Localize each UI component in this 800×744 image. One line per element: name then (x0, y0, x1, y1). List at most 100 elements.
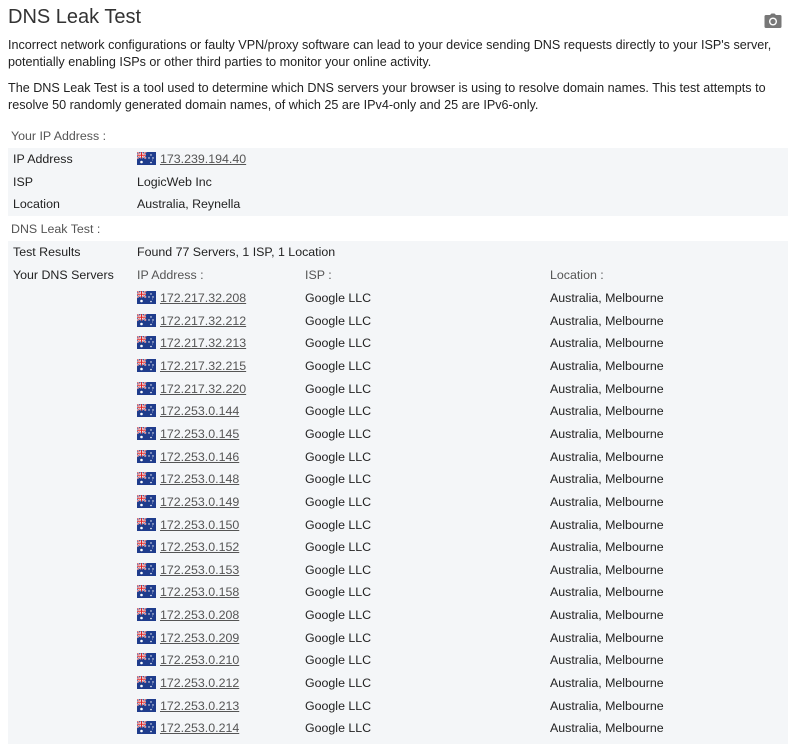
dns-server-location: Australia, Melbourne (550, 608, 664, 623)
table-row: 172.217.32.208 Google LLC Australia, Melbo… (8, 287, 788, 309)
dns-server-location: Australia, Melbourne (550, 358, 664, 373)
australia-flag-icon (137, 152, 156, 165)
australia-flag-icon (137, 427, 156, 440)
dns-server-ip-link[interactable]: 172.253.0.153 (160, 559, 239, 581)
dns-server-ip-link[interactable]: 172.253.0.148 (160, 468, 239, 490)
table-row: 172.253.0.212 Google LLC Australia, Melbou… (8, 672, 788, 694)
dns-server-isp: Google LLC (305, 608, 372, 623)
dns-server-ip-link[interactable]: 172.253.0.209 (160, 627, 239, 649)
camera-icon[interactable] (764, 13, 782, 29)
dns-test-heading: DNS Leak Test : (8, 220, 788, 239)
dns-server-ip-link[interactable]: 172.253.0.208 (160, 604, 239, 626)
dns-server-ip-link[interactable]: 172.253.0.150 (160, 514, 239, 536)
australia-flag-icon (137, 359, 156, 372)
australia-flag-icon (137, 631, 156, 644)
australia-flag-icon (137, 563, 156, 576)
table-row: 172.253.0.148 Google LLC Australia, Melbou… (8, 468, 788, 490)
australia-flag-icon (137, 450, 156, 463)
dns-server-ip-link[interactable]: 172.253.0.149 (160, 491, 239, 513)
dns-server-isp: Google LLC (305, 653, 372, 668)
table-row: 172.253.0.152 Google LLC Australia, Melbou… (8, 536, 788, 558)
table-row: 172.253.0.153 Google LLC Australia, Melbou… (8, 559, 788, 581)
table-row: 172.217.32.213 Google LLC Australia, Melbo… (8, 332, 788, 354)
dns-servers-header-row: Your DNS Servers IP Address : ISP : Loca… (8, 264, 788, 286)
location-row: Location Australia, Reynella (8, 193, 788, 215)
dns-server-ip-link[interactable]: 172.253.0.145 (160, 423, 239, 445)
table-row: 172.253.0.144 Google LLC Australia, Melbou… (8, 400, 788, 422)
dns-server-isp: Google LLC (305, 472, 372, 487)
dns-server-isp: Google LLC (305, 336, 372, 351)
dns-servers-label: Your DNS Servers (13, 268, 114, 282)
dns-server-isp: Google LLC (305, 494, 372, 509)
dns-server-location: Australia, Melbourne (550, 517, 664, 532)
dns-server-location: Australia, Melbourne (550, 404, 664, 419)
table-row: 172.253.0.158 Google LLC Australia, Melbou… (8, 581, 788, 603)
dns-server-isp: Google LLC (305, 358, 372, 373)
australia-flag-icon (137, 585, 156, 598)
table-row: 172.217.32.215 Google LLC Australia, Melbo… (8, 355, 788, 377)
table-row: 172.253.0.146 Google LLC Australia, Melbou… (8, 446, 788, 468)
page-title: DNS Leak Test (8, 6, 142, 28)
dns-server-isp: Google LLC (305, 721, 372, 736)
dns-server-isp: Google LLC (305, 676, 372, 691)
dns-server-location: Australia, Melbourne (550, 336, 664, 351)
dns-server-ip-link[interactable]: 172.217.32.220 (160, 378, 246, 400)
dns-server-ip-link[interactable]: 172.253.0.210 (160, 649, 239, 671)
dns-server-ip-link[interactable]: 172.253.0.158 (160, 581, 239, 603)
isp-row: ISP LogicWeb Inc (8, 171, 788, 193)
ip-address-row: IP Address 173.239.194.40 (8, 148, 788, 170)
col-ip-header: IP Address : (137, 268, 204, 282)
dns-server-location: Australia, Melbourne (550, 585, 664, 600)
table-row: 172.253.0.208 Google LLC Australia, Melbou… (8, 604, 788, 626)
ip-address-label: IP Address (13, 152, 73, 166)
test-results-label: Test Results (13, 245, 81, 259)
dns-server-isp: Google LLC (305, 540, 372, 555)
col-isp-header: ISP : (305, 268, 332, 282)
isp-label: ISP (13, 175, 33, 189)
intro-paragraph-2: The DNS Leak Test is a tool used to dete… (8, 81, 766, 112)
dns-server-location: Australia, Melbourne (550, 291, 664, 305)
dns-server-location: Australia, Melbourne (550, 676, 664, 691)
dns-server-location: Australia, Melbourne (550, 449, 664, 464)
dns-server-ip-link[interactable]: 172.253.0.146 (160, 446, 239, 468)
dns-server-ip-link[interactable]: 172.253.0.144 (160, 400, 239, 422)
my-ip-link[interactable]: 173.239.194.40 (160, 148, 246, 170)
dns-server-isp: Google LLC (305, 630, 372, 645)
australia-flag-icon (137, 495, 156, 508)
australia-flag-icon (137, 314, 156, 327)
table-row: 172.253.0.150 Google LLC Australia, Melbou… (8, 514, 788, 536)
location-label: Location (13, 197, 60, 211)
dns-server-location: Australia, Melbourne (550, 540, 664, 555)
dns-server-location: Australia, Melbourne (550, 653, 664, 668)
dns-server-isp: Google LLC (305, 381, 372, 396)
dns-server-ip-link[interactable]: 172.253.0.214 (160, 717, 239, 739)
australia-flag-icon (137, 518, 156, 531)
dns-server-ip-link[interactable]: 172.217.32.212 (160, 310, 246, 332)
australia-flag-icon (137, 404, 156, 417)
australia-flag-icon (137, 291, 156, 304)
col-location-header: Location : (550, 268, 604, 282)
dns-server-isp: Google LLC (305, 585, 372, 600)
dns-server-isp: Google LLC (305, 562, 372, 577)
dns-server-ip-link[interactable]: 172.217.32.215 (160, 355, 246, 377)
your-ip-heading: Your IP Address : (8, 127, 788, 146)
dns-server-ip-link[interactable]: 172.253.0.212 (160, 672, 239, 694)
dns-server-ip-link[interactable]: 172.253.0.213 (160, 695, 239, 717)
table-row: 172.253.0.145 Google LLC Australia, Melbou… (8, 423, 788, 445)
isp-value: LogicWeb Inc (137, 175, 212, 189)
location-value: Australia, Reynella (137, 197, 241, 211)
dns-server-ip-link[interactable]: 172.253.0.152 (160, 536, 239, 558)
test-results-row: Test Results Found 77 Servers, 1 ISP, 1 … (8, 241, 788, 263)
australia-flag-icon (137, 382, 156, 395)
dns-server-location: Australia, Melbourne (550, 472, 664, 487)
australia-flag-icon (137, 540, 156, 553)
australia-flag-icon (137, 699, 156, 712)
dns-server-isp: Google LLC (305, 404, 372, 419)
dns-server-isp: Google LLC (305, 517, 372, 532)
dns-server-isp: Google LLC (305, 698, 372, 713)
dns-server-isp: Google LLC (305, 426, 372, 441)
dns-server-ip-link[interactable]: 172.217.32.213 (160, 332, 246, 354)
dns-server-ip-link[interactable]: 172.217.32.208 (160, 287, 246, 309)
australia-flag-icon (137, 721, 156, 734)
dns-server-location: Australia, Melbourne (550, 630, 664, 645)
